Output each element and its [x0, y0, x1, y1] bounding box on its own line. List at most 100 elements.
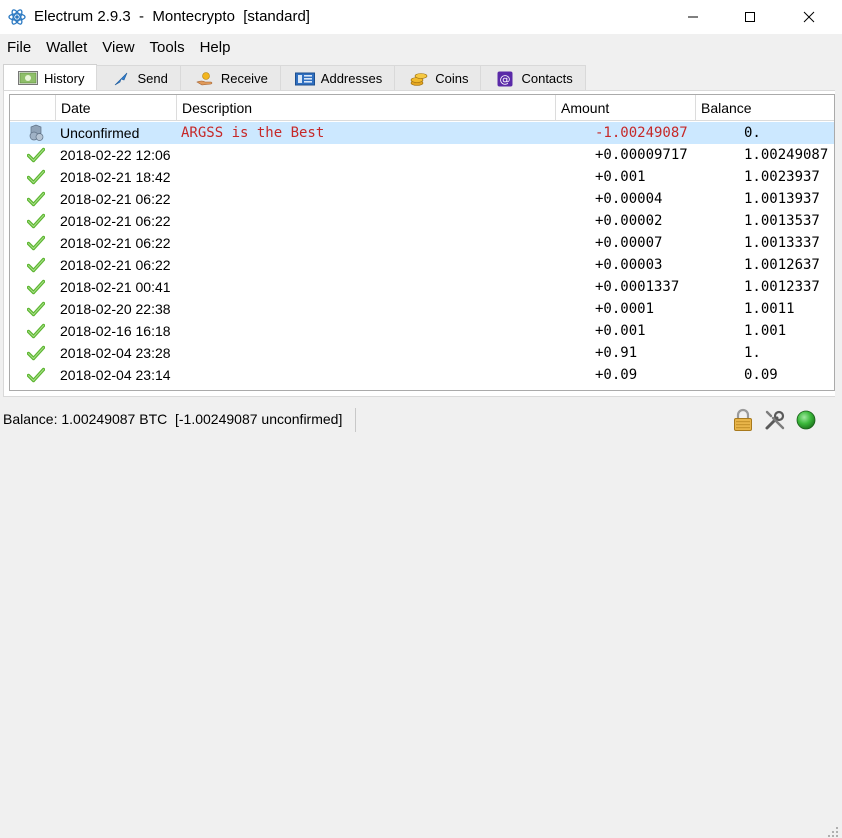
row-balance: 1. — [744, 345, 761, 361]
row-amount: +0.09 — [595, 367, 638, 383]
maximize-button[interactable] — [727, 0, 773, 34]
row-balance: 1.0012337 — [744, 279, 820, 295]
row-date: 2018-02-21 06:22 — [60, 191, 171, 207]
svg-text:@: @ — [500, 73, 511, 86]
confirmed-check-icon — [27, 213, 45, 229]
confirmed-check-icon — [27, 191, 45, 207]
table-row[interactable]: Unconfirmed ARGSS is the Best -1.00249087 0… — [10, 122, 834, 144]
confirmed-check-icon — [27, 367, 45, 383]
row-balance: 1.00249087 — [744, 147, 829, 163]
table-row[interactable]: 2018-02-21 06:22 +0.00007 1.0013337 — [10, 232, 834, 254]
unconfirmed-clock-icon — [29, 124, 44, 141]
row-amount: +0.001 — [595, 169, 646, 185]
tab-bar: History Send Receive Addresses Coins @ C… — [3, 64, 586, 91]
row-date: 2018-02-04 23:28 — [60, 345, 171, 361]
row-date: 2018-02-22 12:06 — [60, 147, 171, 163]
contacts-icon: @ — [495, 71, 515, 87]
electrum-window: Electrum 2.9.3 - Montecrypto [standard] … — [0, 0, 842, 837]
row-date: 2018-02-21 06:22 — [60, 213, 171, 229]
electrum-logo-icon — [8, 9, 26, 25]
tab-receive-label: Receive — [220, 71, 268, 86]
network-button[interactable] — [794, 408, 818, 432]
window-edge — [835, 34, 842, 437]
row-amount: +0.00004 — [595, 191, 663, 207]
row-amount: +0.0001337 — [595, 279, 680, 295]
row-amount: +0.0001 — [595, 301, 655, 317]
tab-contacts-label: Contacts — [521, 71, 573, 86]
row-description: ARGSS is the Best — [181, 125, 325, 141]
preferences-button[interactable] — [763, 408, 787, 432]
row-date: 2018-02-16 16:18 — [60, 323, 171, 339]
minimize-button[interactable] — [670, 0, 716, 34]
row-date: 2018-02-21 18:42 — [60, 169, 171, 185]
receive-icon — [195, 71, 215, 87]
tab-coins[interactable]: Coins — [394, 65, 482, 91]
row-balance: 0.09 — [744, 367, 778, 383]
row-balance: 1.0013337 — [744, 235, 820, 251]
table-row[interactable]: 2018-02-21 06:22 +0.00004 1.0013937 — [10, 188, 834, 210]
tab-addresses[interactable]: Addresses — [279, 65, 396, 91]
row-date: 2018-02-21 06:22 — [60, 257, 171, 273]
confirmed-check-icon — [27, 345, 45, 361]
menu-file[interactable]: File — [0, 36, 38, 60]
row-amount: +0.00002 — [595, 213, 663, 229]
table-row[interactable]: 2018-02-21 06:22 +0.00002 1.0013537 — [10, 210, 834, 232]
resize-grip-icon[interactable] — [827, 826, 839, 838]
tab-receive[interactable]: Receive — [179, 65, 281, 91]
menu-wallet[interactable]: Wallet — [38, 36, 94, 60]
table-row[interactable]: 2018-02-20 22:38 +0.0001 1.0011 — [10, 298, 834, 320]
table-row[interactable]: 2018-02-04 23:28 +0.91 1. — [10, 342, 834, 364]
close-icon — [803, 11, 815, 23]
addresses-icon — [294, 71, 315, 87]
table-row[interactable]: 2018-02-21 18:42 +0.001 1.0023937 — [10, 166, 834, 188]
row-balance: 1.0013537 — [744, 213, 820, 229]
row-balance: 1.0023937 — [744, 169, 820, 185]
history-panel: Date Description Amount Balance Unconfir… — [3, 90, 839, 397]
row-balance: 0. — [744, 125, 761, 141]
network-status-icon — [796, 410, 816, 430]
status-bar: Balance: 1.00249087 BTC [-1.00249087 unc… — [0, 402, 842, 837]
confirmed-check-icon — [27, 257, 45, 273]
row-amount: +0.001 — [595, 323, 646, 339]
tab-contacts[interactable]: @ Contacts — [480, 65, 586, 91]
row-balance: 1.0011 — [744, 301, 795, 317]
confirmed-check-icon — [27, 235, 45, 251]
table-header: Date Description Amount Balance — [10, 95, 834, 121]
close-button[interactable] — [786, 0, 832, 34]
send-icon — [111, 71, 131, 87]
status-separator — [355, 408, 356, 432]
row-date: Unconfirmed — [60, 125, 140, 141]
tab-coins-label: Coins — [435, 71, 469, 86]
table-row[interactable]: 2018-02-04 23:14 +0.09 0.09 — [10, 364, 834, 386]
column-header-balance[interactable]: Balance — [696, 95, 834, 121]
menu-tools[interactable]: Tools — [142, 36, 192, 60]
table-row[interactable]: 2018-02-16 16:18 +0.001 1.001 — [10, 320, 834, 342]
coins-icon — [409, 71, 429, 87]
column-header-status[interactable] — [10, 95, 56, 121]
row-amount: +0.00009717 — [595, 147, 688, 163]
row-amount: +0.00007 — [595, 235, 663, 251]
column-header-description[interactable]: Description — [177, 95, 556, 121]
minimize-icon — [688, 16, 698, 18]
menu-view[interactable]: View — [94, 36, 141, 60]
table-row[interactable]: 2018-02-21 00:41 +0.0001337 1.0012337 — [10, 276, 834, 298]
preferences-icon — [765, 410, 785, 430]
row-amount: +0.00003 — [595, 257, 663, 273]
row-date: 2018-02-04 23:14 — [60, 367, 171, 383]
confirmed-check-icon — [27, 323, 45, 339]
row-amount: +0.91 — [595, 345, 638, 361]
row-amount: -1.00249087 — [595, 125, 688, 141]
tab-history[interactable]: History — [3, 64, 98, 91]
tab-send[interactable]: Send — [96, 65, 181, 91]
menu-bar: File Wallet View Tools Help — [0, 36, 237, 60]
password-button[interactable] — [731, 408, 755, 432]
confirmed-check-icon — [27, 301, 45, 317]
table-row[interactable]: 2018-02-22 12:06 +0.00009717 1.00249087 — [10, 144, 834, 166]
table-row[interactable]: 2018-02-21 06:22 +0.00003 1.0012637 — [10, 254, 834, 276]
title-bar: Electrum 2.9.3 - Montecrypto [standard] — [0, 0, 842, 34]
column-header-amount[interactable]: Amount — [556, 95, 696, 121]
tab-send-label: Send — [137, 71, 168, 86]
column-header-date[interactable]: Date — [56, 95, 177, 121]
history-table: Date Description Amount Balance Unconfir… — [9, 94, 835, 391]
menu-help[interactable]: Help — [192, 36, 238, 60]
